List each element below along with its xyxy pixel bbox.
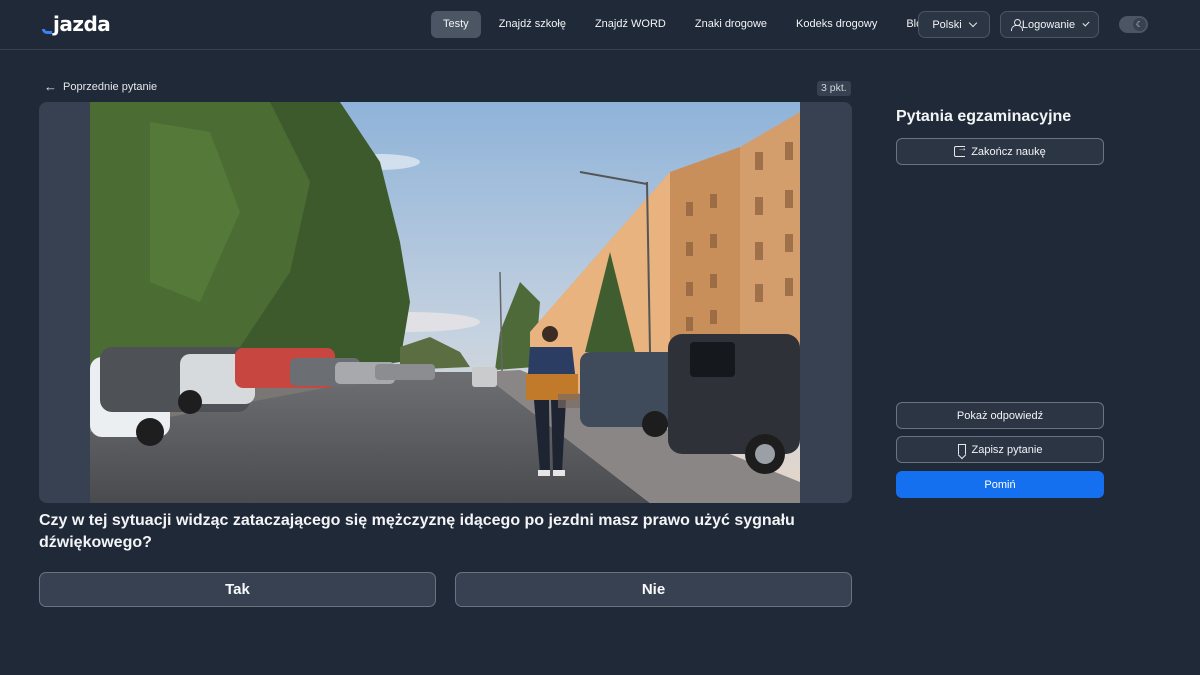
nav-find-school[interactable]: Znajdź szkołę (487, 11, 578, 38)
logo[interactable]: jazda (42, 12, 111, 36)
question-media (39, 102, 852, 503)
save-question-label: Zapisz pytanie (971, 443, 1043, 456)
login-label: Logowanie (1021, 18, 1076, 31)
previous-question-link[interactable]: ← Poprzednie pytanie (44, 80, 157, 93)
skip-button[interactable]: Pomiń (896, 471, 1104, 498)
end-learning-button[interactable]: Zakończ naukę (896, 138, 1104, 165)
nav-road-signs[interactable]: Znaki drogowe (683, 11, 779, 38)
language-select[interactable]: Polski (918, 11, 990, 38)
logo-mark-icon (42, 29, 52, 34)
previous-question-label: Poprzednie pytanie (63, 80, 158, 93)
user-icon (1011, 19, 1023, 31)
login-button[interactable]: Logowanie (1000, 11, 1099, 38)
language-label: Polski (932, 18, 962, 31)
bookmark-icon (957, 444, 966, 455)
exit-icon (954, 143, 967, 157)
main-nav: Testy Znajdź szkołę Znajdź WORD Znaki dr… (431, 11, 940, 38)
arrow-left-icon: ← (44, 79, 57, 94)
theme-toggle[interactable]: ☾ (1119, 16, 1148, 33)
end-learning-label: Zakończ naukę (971, 145, 1046, 158)
nav-testy[interactable]: Testy (431, 11, 481, 38)
sidebar-title: Pytania egzaminacyjne (896, 108, 1072, 125)
nav-find-word[interactable]: Znajdź WORD (583, 11, 678, 38)
chevron-down-icon (968, 18, 977, 28)
skip-label: Pomiń (984, 478, 1016, 491)
moon-icon: ☾ (1133, 18, 1146, 31)
street-scene-image (90, 102, 800, 503)
logo-text: jazda (53, 12, 111, 36)
answer-yes-button[interactable]: Tak (39, 572, 436, 607)
show-answer-label: Pokaż odpowiedź (956, 409, 1044, 422)
question-text: Czy w tej sytuacji widząc zataczającego … (39, 512, 795, 551)
chevron-down-icon (1082, 19, 1090, 27)
points-badge: 3 pkt. (817, 81, 851, 96)
save-question-button[interactable]: Zapisz pytanie (896, 436, 1104, 463)
answer-no-button[interactable]: Nie (455, 572, 852, 607)
top-navbar: jazda Testy Znajdź szkołę Znajdź WORD Zn… (0, 0, 1200, 50)
show-answer-button[interactable]: Pokaż odpowiedź (896, 402, 1104, 429)
nav-traffic-code[interactable]: Kodeks drogowy (784, 11, 889, 38)
